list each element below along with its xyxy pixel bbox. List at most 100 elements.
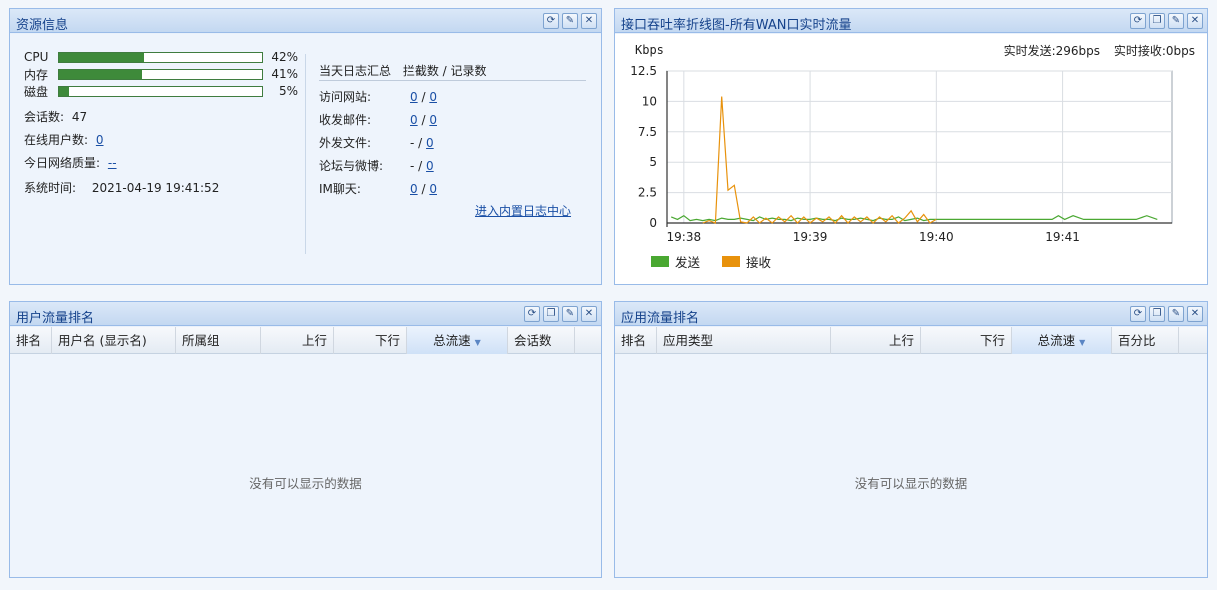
- close-icon[interactable]: ✕: [1187, 306, 1203, 322]
- disk-usage-percent: 5%: [278, 84, 298, 98]
- resource-panel-tools: ⟳ ✎ ✕: [543, 13, 597, 29]
- y-tick-label: 10: [642, 94, 657, 108]
- close-icon[interactable]: ✕: [581, 13, 597, 29]
- column-total-rate[interactable]: 总流速 ▼: [407, 327, 508, 354]
- network-quality-link[interactable]: --: [108, 156, 117, 170]
- user-rank-panel-tools: ⟳ ❐ ✎ ✕: [524, 306, 597, 322]
- column-upstream[interactable]: 上行: [831, 327, 921, 354]
- cpu-usage-row: CPU 42%: [24, 49, 298, 65]
- y-tick-label: 0: [649, 216, 657, 230]
- resource-panel-header: 资源信息 ⟳ ✎ ✕: [10, 9, 601, 33]
- session-count-value: 47: [71, 110, 88, 124]
- settings-wrench-icon[interactable]: ✎: [562, 306, 578, 322]
- log-sep: /: [421, 90, 426, 104]
- app-rank-panel-title: 应用流量排名: [621, 311, 700, 326]
- throughput-panel-title: 接口吞吐率折线图-所有WAN口实时流量: [621, 18, 852, 33]
- plot-area: [666, 70, 1173, 224]
- legend-send-swatch: [651, 256, 669, 267]
- column-rank[interactable]: 排名: [10, 327, 52, 354]
- column-total-rate-label: 总流速: [433, 333, 471, 348]
- throughput-panel: 接口吞吐率折线图-所有WAN口实时流量 ⟳ ❐ ✎ ✕ Kbps 实时发送:29…: [614, 8, 1208, 285]
- memory-usage-fill: [59, 69, 143, 79]
- user-rank-table-body: 没有可以显示的数据: [10, 355, 601, 577]
- log-records-link[interactable]: 0: [426, 136, 434, 150]
- column-total-rate-label: 总流速: [1037, 333, 1076, 348]
- column-app-type[interactable]: 应用类型: [657, 327, 831, 354]
- log-row-label: 访问网站:: [319, 90, 372, 104]
- app-rank-panel-header: 应用流量排名 ⟳ ❐ ✎ ✕: [615, 302, 1207, 326]
- column-downstream[interactable]: 下行: [921, 327, 1012, 354]
- log-records-link[interactable]: 0: [426, 159, 434, 173]
- log-row-forum: 论坛与微博: - / 0: [319, 157, 434, 174]
- close-icon[interactable]: ✕: [581, 306, 597, 322]
- online-users-label: 在线用户数:: [24, 133, 89, 147]
- log-records-link[interactable]: 0: [429, 182, 437, 196]
- sort-desc-icon: ▼: [1079, 338, 1086, 347]
- refresh-icon[interactable]: ⟳: [1130, 306, 1146, 322]
- log-blocked-link[interactable]: 0: [410, 182, 418, 196]
- column-downstream[interactable]: 下行: [334, 327, 407, 354]
- memory-usage-percent: 41%: [271, 67, 298, 81]
- close-icon[interactable]: ✕: [1187, 13, 1203, 29]
- memory-label: 内存: [24, 67, 49, 82]
- log-row-file: 外发文件: - / 0: [319, 134, 434, 151]
- sort-desc-icon: ▼: [474, 338, 481, 347]
- log-summary-title: 当天日志汇总: [319, 64, 392, 78]
- settings-wrench-icon[interactable]: ✎: [1168, 306, 1184, 322]
- log-row-mail: 收发邮件: 0 / 0: [319, 111, 437, 128]
- restore-window-icon[interactable]: ❐: [543, 306, 559, 322]
- app-rank-table-body: 没有可以显示的数据: [615, 355, 1207, 577]
- cpu-label: CPU: [24, 50, 49, 64]
- log-blocked-value: -: [410, 159, 415, 173]
- disk-usage-row: 磁盘 5%: [24, 83, 298, 99]
- log-summary-columns: 拦截数 / 记录数: [402, 64, 487, 78]
- refresh-icon[interactable]: ⟳: [1130, 13, 1146, 29]
- log-records-link[interactable]: 0: [429, 90, 437, 104]
- column-sessions[interactable]: 会话数: [508, 327, 575, 354]
- log-sep: /: [421, 113, 426, 127]
- refresh-icon[interactable]: ⟳: [543, 13, 559, 29]
- column-percentage[interactable]: 百分比: [1112, 327, 1179, 354]
- log-row-label: IM聊天:: [319, 182, 361, 196]
- online-users-link[interactable]: 0: [96, 133, 104, 147]
- throughput-panel-body: Kbps 实时发送:296bps 实时接收:0bps 12.5 10 7.5 5 2.5…: [615, 34, 1207, 284]
- log-blocked-link[interactable]: 0: [410, 90, 418, 104]
- log-center-link[interactable]: 进入内置日志中心: [475, 202, 571, 219]
- throughput-panel-header: 接口吞吐率折线图-所有WAN口实时流量 ⟳ ❐ ✎ ✕: [615, 9, 1207, 33]
- divider: [305, 54, 306, 254]
- disk-usage-fill: [59, 86, 70, 96]
- log-blocked-value: -: [410, 136, 415, 150]
- throughput-panel-tools: ⟳ ❐ ✎ ✕: [1130, 13, 1203, 29]
- log-summary-header: 当天日志汇总 拦截数 / 记录数: [319, 62, 487, 79]
- log-blocked-link[interactable]: 0: [410, 113, 418, 127]
- refresh-icon[interactable]: ⟳: [524, 306, 540, 322]
- log-sep: /: [421, 182, 426, 196]
- online-users: 在线用户数: 0: [24, 131, 104, 148]
- x-tick-label: 19:40: [919, 230, 954, 244]
- x-tick-label: 19:38: [667, 230, 702, 244]
- column-username[interactable]: 用户名 (显示名): [52, 327, 176, 354]
- chart-legend: 发送 接收: [651, 252, 771, 271]
- restore-window-icon[interactable]: ❐: [1149, 13, 1165, 29]
- cpu-usage-percent: 42%: [271, 50, 298, 64]
- restore-window-icon[interactable]: ❐: [1149, 306, 1165, 322]
- empty-message: 没有可以显示的数据: [249, 476, 362, 491]
- user-rank-panel-title: 用户流量排名: [16, 311, 95, 326]
- network-quality: 今日网络质量: --: [24, 154, 117, 171]
- app-rank-body: 排名 应用类型 上行 下行 总流速 ▼ 百分比 没有可以显示的数据: [615, 327, 1207, 577]
- y-tick-label: 7.5: [638, 125, 657, 139]
- log-row-im: IM聊天: 0 / 0: [319, 180, 437, 197]
- column-total-rate[interactable]: 总流速 ▼: [1012, 327, 1112, 354]
- memory-usage-row: 内存 41%: [24, 66, 298, 82]
- settings-wrench-icon[interactable]: ✎: [1168, 13, 1184, 29]
- settings-wrench-icon[interactable]: ✎: [562, 13, 578, 29]
- log-row-web: 访问网站: 0 / 0: [319, 88, 437, 105]
- column-upstream[interactable]: 上行: [261, 327, 334, 354]
- column-group[interactable]: 所属组: [176, 327, 261, 354]
- log-records-link[interactable]: 0: [429, 113, 437, 127]
- log-summary-divider: [319, 80, 586, 81]
- resource-panel-body: CPU 42% 内存 41% 磁盘 5% 会话数: 47 在线用户数: 0 今日…: [10, 34, 601, 284]
- session-count: 会话数: 47: [24, 108, 87, 125]
- column-rank[interactable]: 排名: [615, 327, 657, 354]
- y-tick-label: 5: [649, 155, 657, 169]
